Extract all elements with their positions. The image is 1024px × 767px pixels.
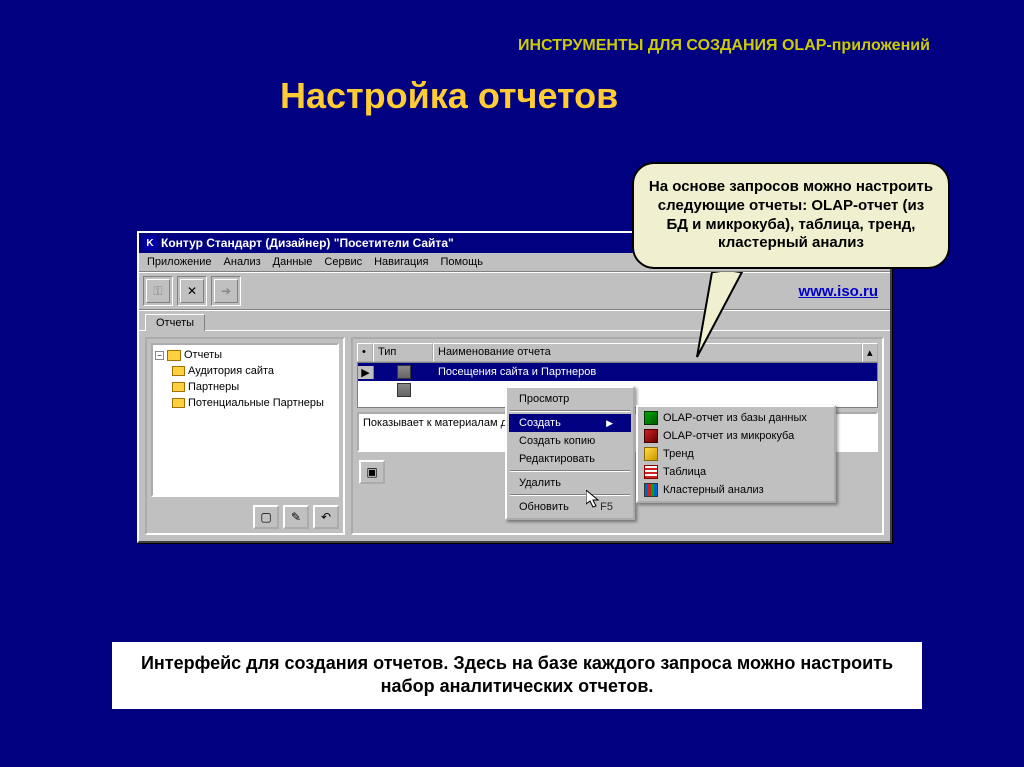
ctx-separator xyxy=(510,470,630,472)
ctx-view[interactable]: Просмотр xyxy=(509,390,631,408)
sub-cluster[interactable]: Кластерный анализ xyxy=(640,481,832,499)
arrow-icon: ➔ xyxy=(221,284,231,298)
new-doc-icon: ▢ xyxy=(260,510,271,524)
sub-olap-cube-label: OLAP-отчет из микрокуба xyxy=(663,430,794,442)
toolbar: ⚿ ✕ ➔ www.iso.ru xyxy=(139,273,890,309)
row-type-icon xyxy=(374,383,434,397)
slide-caption: Интерфейс для создания отчетов. Здесь на… xyxy=(112,642,922,709)
ctx-separator xyxy=(510,494,630,496)
grid-header-type[interactable]: Тип xyxy=(373,343,433,362)
menu-data[interactable]: Данные xyxy=(267,254,319,270)
ctx-refresh[interactable]: Обновить F5 xyxy=(509,498,631,516)
toolbar-arrow-button[interactable]: ➔ xyxy=(214,279,238,303)
window-title: Контур Стандарт (Дизайнер) "Посетители С… xyxy=(161,236,454,250)
folder-icon xyxy=(172,382,185,392)
trend-icon xyxy=(644,447,658,461)
tree-root-label: Отчеты xyxy=(184,349,222,361)
tree-item-label: Аудитория сайта xyxy=(188,365,274,377)
toolbar-group-2: ✕ xyxy=(177,276,207,306)
cluster-icon xyxy=(644,483,658,497)
tree-item[interactable]: Аудитория сайта xyxy=(155,363,335,379)
undo-button[interactable]: ↶ xyxy=(313,505,339,529)
toolbar-group-1: ⚿ xyxy=(143,276,173,306)
context-menu: Просмотр Создать ▶ Создать копию Редакти… xyxy=(505,386,635,520)
menu-navigation[interactable]: Навигация xyxy=(368,254,434,270)
tree-item-label: Партнеры xyxy=(188,381,239,393)
sub-cluster-label: Кластерный анализ xyxy=(663,484,764,496)
slide-subtitle: ИНСТРУМЕНТЫ ДЛЯ СОЗДАНИЯ OLAP-приложений xyxy=(518,37,930,55)
undo-icon: ↶ xyxy=(321,510,331,524)
sub-olap-cube[interactable]: OLAP-отчет из микрокуба xyxy=(640,427,832,445)
tree-item-label: Потенциальные Партнеры xyxy=(188,397,324,409)
table-icon xyxy=(644,465,658,479)
row-marker-icon: ▶ xyxy=(358,366,374,379)
tree-buttons: ▢ ✎ ↶ xyxy=(147,501,343,533)
key-icon: ⚿ xyxy=(153,284,162,299)
ctx-delete-label: Удалить xyxy=(519,477,561,489)
menu-analysis[interactable]: Анализ xyxy=(218,254,267,270)
grid-scroll-up[interactable]: ▴ xyxy=(862,343,878,362)
sub-trend[interactable]: Тренд xyxy=(640,445,832,463)
toolbar-key-button[interactable]: ⚿ xyxy=(146,279,170,303)
ctx-create-label: Создать xyxy=(519,417,561,429)
ctx-copy-label: Создать копию xyxy=(519,435,595,447)
submenu-create: OLAP-отчет из базы данных OLAP-отчет из … xyxy=(636,405,836,503)
pencil-icon: ✎ xyxy=(291,510,301,524)
sub-olap-db[interactable]: OLAP-отчет из базы данных xyxy=(640,409,832,427)
ctx-view-label: Просмотр xyxy=(519,393,569,405)
folder-icon xyxy=(172,366,185,376)
tree-item[interactable]: Потенциальные Партнеры xyxy=(155,395,335,411)
tabbar: Отчеты xyxy=(139,311,890,331)
slide-caption-text: Интерфейс для создания отчетов. Здесь на… xyxy=(141,653,893,696)
grid-row[interactable]: ▶ Посещения сайта и Партнеров xyxy=(358,363,877,381)
ctx-create[interactable]: Создать ▶ xyxy=(509,414,631,432)
toolbar-delete-button[interactable]: ✕ xyxy=(180,279,204,303)
ctx-refresh-hotkey: F5 xyxy=(600,501,613,513)
iso-link[interactable]: www.iso.ru xyxy=(799,283,878,300)
menu-service[interactable]: Сервис xyxy=(318,254,368,270)
submenu-arrow-icon: ▶ xyxy=(606,418,613,429)
new-button[interactable]: ▢ xyxy=(253,505,279,529)
grid-header: • Тип Наименование отчета ▴ xyxy=(357,343,878,362)
sub-table-label: Таблица xyxy=(663,466,706,478)
ctx-edit[interactable]: Редактировать xyxy=(509,450,631,468)
menu-help[interactable]: Помощь xyxy=(434,254,489,270)
callout-bubble: На основе запросов можно настроить следу… xyxy=(632,162,950,269)
edit-button[interactable]: ✎ xyxy=(283,505,309,529)
row-name: Посещения сайта и Партнеров xyxy=(434,366,877,378)
tree-root[interactable]: − Отчеты xyxy=(155,347,335,363)
open-icon: ▣ xyxy=(366,465,377,479)
olap-cube-icon xyxy=(644,429,658,443)
olap-db-icon xyxy=(644,411,658,425)
menu-app[interactable]: Приложение xyxy=(141,254,218,270)
callout-text: На основе запросов можно настроить следу… xyxy=(649,178,933,251)
slide-title: Настройка отчетов xyxy=(280,75,618,117)
tree-item[interactable]: Партнеры xyxy=(155,379,335,395)
tree[interactable]: − Отчеты Аудитория сайта Партнеры xyxy=(151,343,339,497)
row-type-icon xyxy=(374,365,434,379)
ctx-edit-label: Редактировать xyxy=(519,453,595,465)
description-text: Показывает к материалам д xyxy=(363,417,507,429)
folder-open-icon xyxy=(167,350,181,361)
ctx-delete[interactable]: Удалить xyxy=(509,474,631,492)
grid-header-marker[interactable]: • xyxy=(357,343,373,362)
sub-table[interactable]: Таблица xyxy=(640,463,832,481)
sub-olap-db-label: OLAP-отчет из базы данных xyxy=(663,412,807,424)
tree-panel: − Отчеты Аудитория сайта Партнеры xyxy=(145,337,345,535)
expand-icon[interactable]: − xyxy=(155,351,164,360)
folder-icon xyxy=(172,398,185,408)
app-icon: K xyxy=(143,236,157,250)
delete-icon: ✕ xyxy=(187,284,197,298)
sub-trend-label: Тренд xyxy=(663,448,694,460)
tab-reports[interactable]: Отчеты xyxy=(145,314,205,331)
ctx-copy[interactable]: Создать копию xyxy=(509,432,631,450)
ctx-separator xyxy=(510,410,630,412)
grid-header-name[interactable]: Наименование отчета xyxy=(433,343,862,362)
toolbar-group-3: ➔ xyxy=(211,276,241,306)
open-button[interactable]: ▣ xyxy=(359,460,385,484)
ctx-refresh-label: Обновить xyxy=(519,501,569,513)
